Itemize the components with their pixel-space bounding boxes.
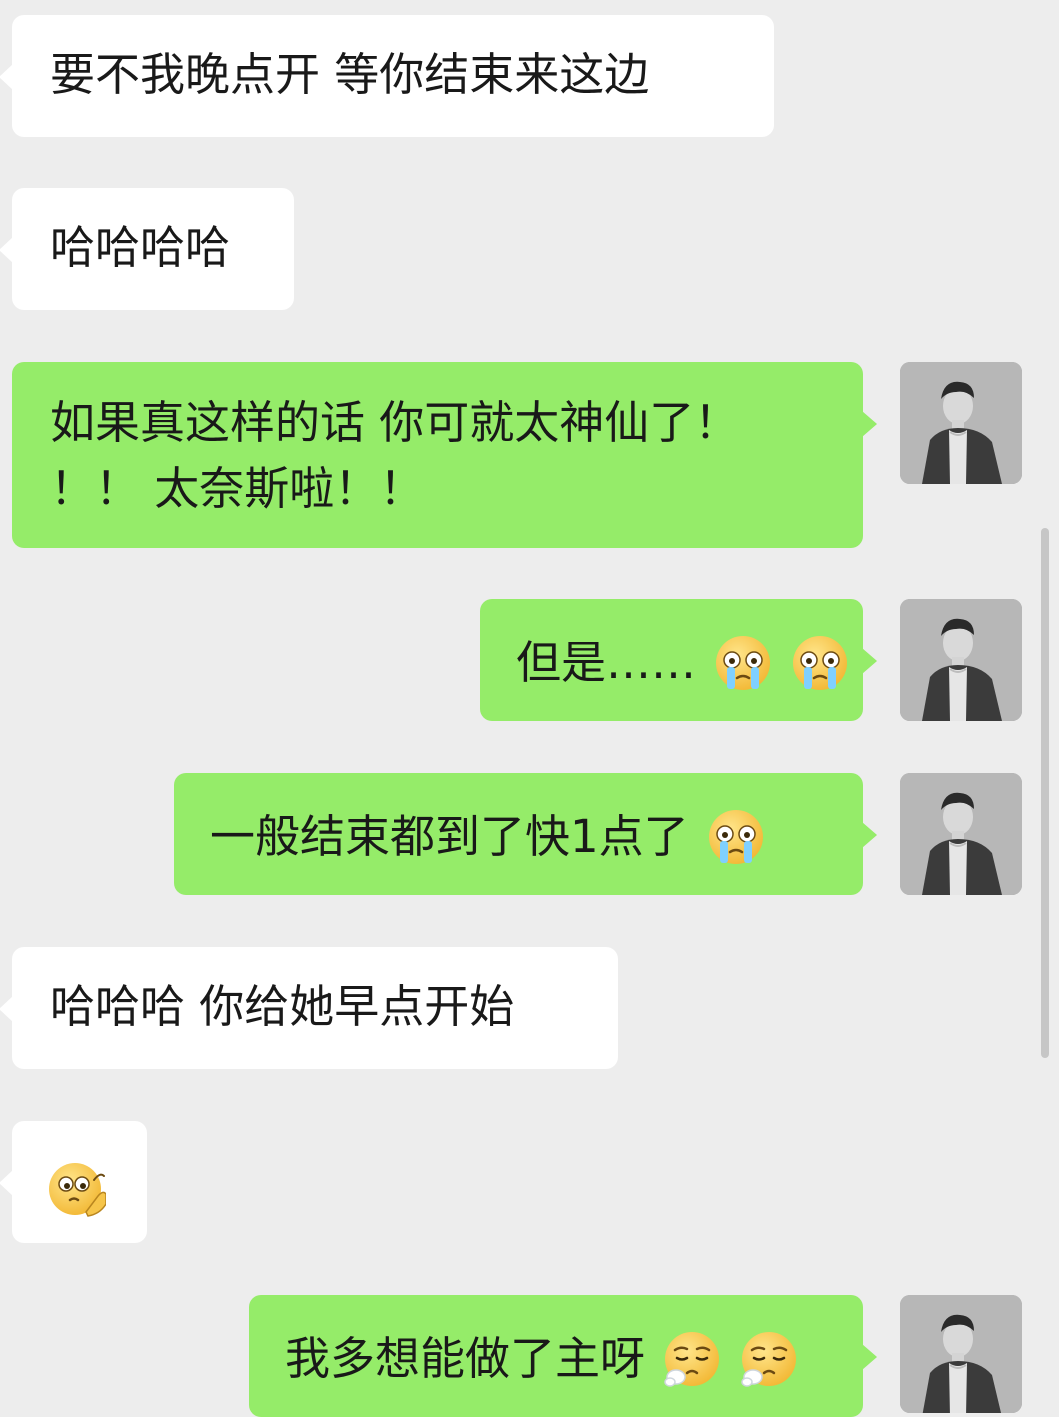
avatar[interactable] <box>900 773 1022 895</box>
message-bubble[interactable]: 一般结束都到了快1点了 <box>174 773 877 895</box>
message-bubble[interactable] <box>0 1121 147 1243</box>
message-text: 要不我晚点开 等你结束来这边 <box>50 48 650 101</box>
message-text-line: 如果真这样的话 你可就太神仙了！ <box>50 396 740 449</box>
message-bubble[interactable]: 我多想能做了主呀 <box>249 1295 877 1417</box>
avatar[interactable] <box>900 1295 1022 1413</box>
crying-emoji-icon <box>714 634 772 692</box>
message-bubble[interactable]: 如果真这样的话 你可就太神仙了！ ！！ 太奈斯啦！！ <box>12 362 877 548</box>
sigh-emoji-icon <box>740 1330 798 1388</box>
message-text: 一般结束都到了快1点了 <box>210 810 689 863</box>
crying-emoji-icon <box>707 808 765 866</box>
avatar[interactable] <box>900 599 1022 721</box>
sigh-emoji-icon <box>663 1330 721 1388</box>
message-text: 哈哈哈 你给她早点开始 <box>50 980 515 1033</box>
message-text: 我多想能做了主呀 <box>285 1332 646 1385</box>
message-bubble[interactable]: 要不我晚点开 等你结束来这边 <box>0 15 774 137</box>
message-text: 哈哈哈哈 <box>50 221 231 274</box>
thinking-emoji-icon <box>48 1160 106 1218</box>
avatar[interactable] <box>900 362 1022 484</box>
message-bubble[interactable]: 哈哈哈哈 <box>0 188 294 310</box>
crying-emoji-icon <box>791 634 849 692</box>
message-bubble[interactable]: 哈哈哈 你给她早点开始 <box>0 947 618 1069</box>
message-text: 但是…… <box>516 636 697 689</box>
message-text-line: ！！ 太奈斯啦！！ <box>50 462 425 515</box>
scrollbar[interactable] <box>1041 528 1049 1058</box>
message-bubble[interactable]: 但是…… <box>480 599 877 721</box>
